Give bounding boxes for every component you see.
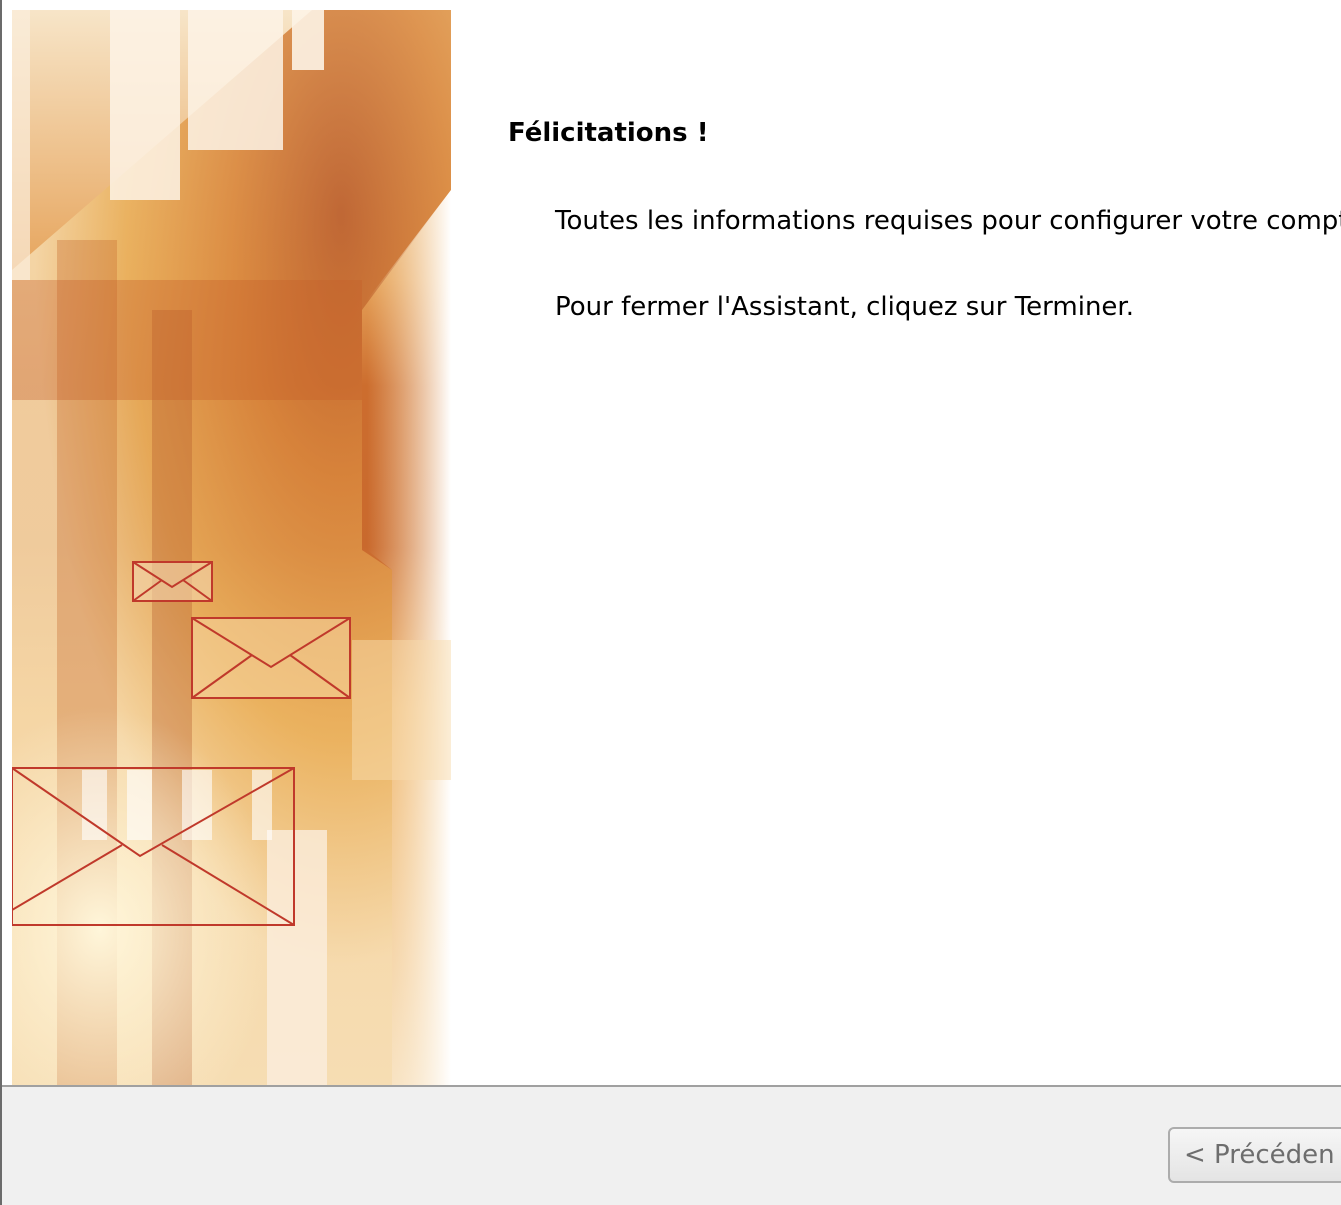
banner-artwork bbox=[12, 10, 451, 1085]
page-title: Félicitations ! bbox=[508, 118, 709, 148]
envelope-medium-icon bbox=[191, 617, 351, 699]
info-text-close-instruction: Pour fermer l'Assistant, cliquez sur Ter… bbox=[555, 292, 1134, 322]
window-top-edge bbox=[2, 0, 1341, 10]
previous-button[interactable]: < Précéden bbox=[1168, 1127, 1341, 1183]
wizard-content-panel: Félicitations ! Toutes les informations … bbox=[451, 10, 1341, 1085]
envelope-small-icon bbox=[132, 561, 213, 602]
wizard-banner-image bbox=[12, 10, 451, 1085]
wizard-window: Félicitations ! Toutes les informations … bbox=[0, 0, 1341, 1205]
info-text-configuration: Toutes les informations requises pour co… bbox=[555, 206, 1341, 236]
wizard-footer: < Précéden bbox=[2, 1085, 1341, 1205]
